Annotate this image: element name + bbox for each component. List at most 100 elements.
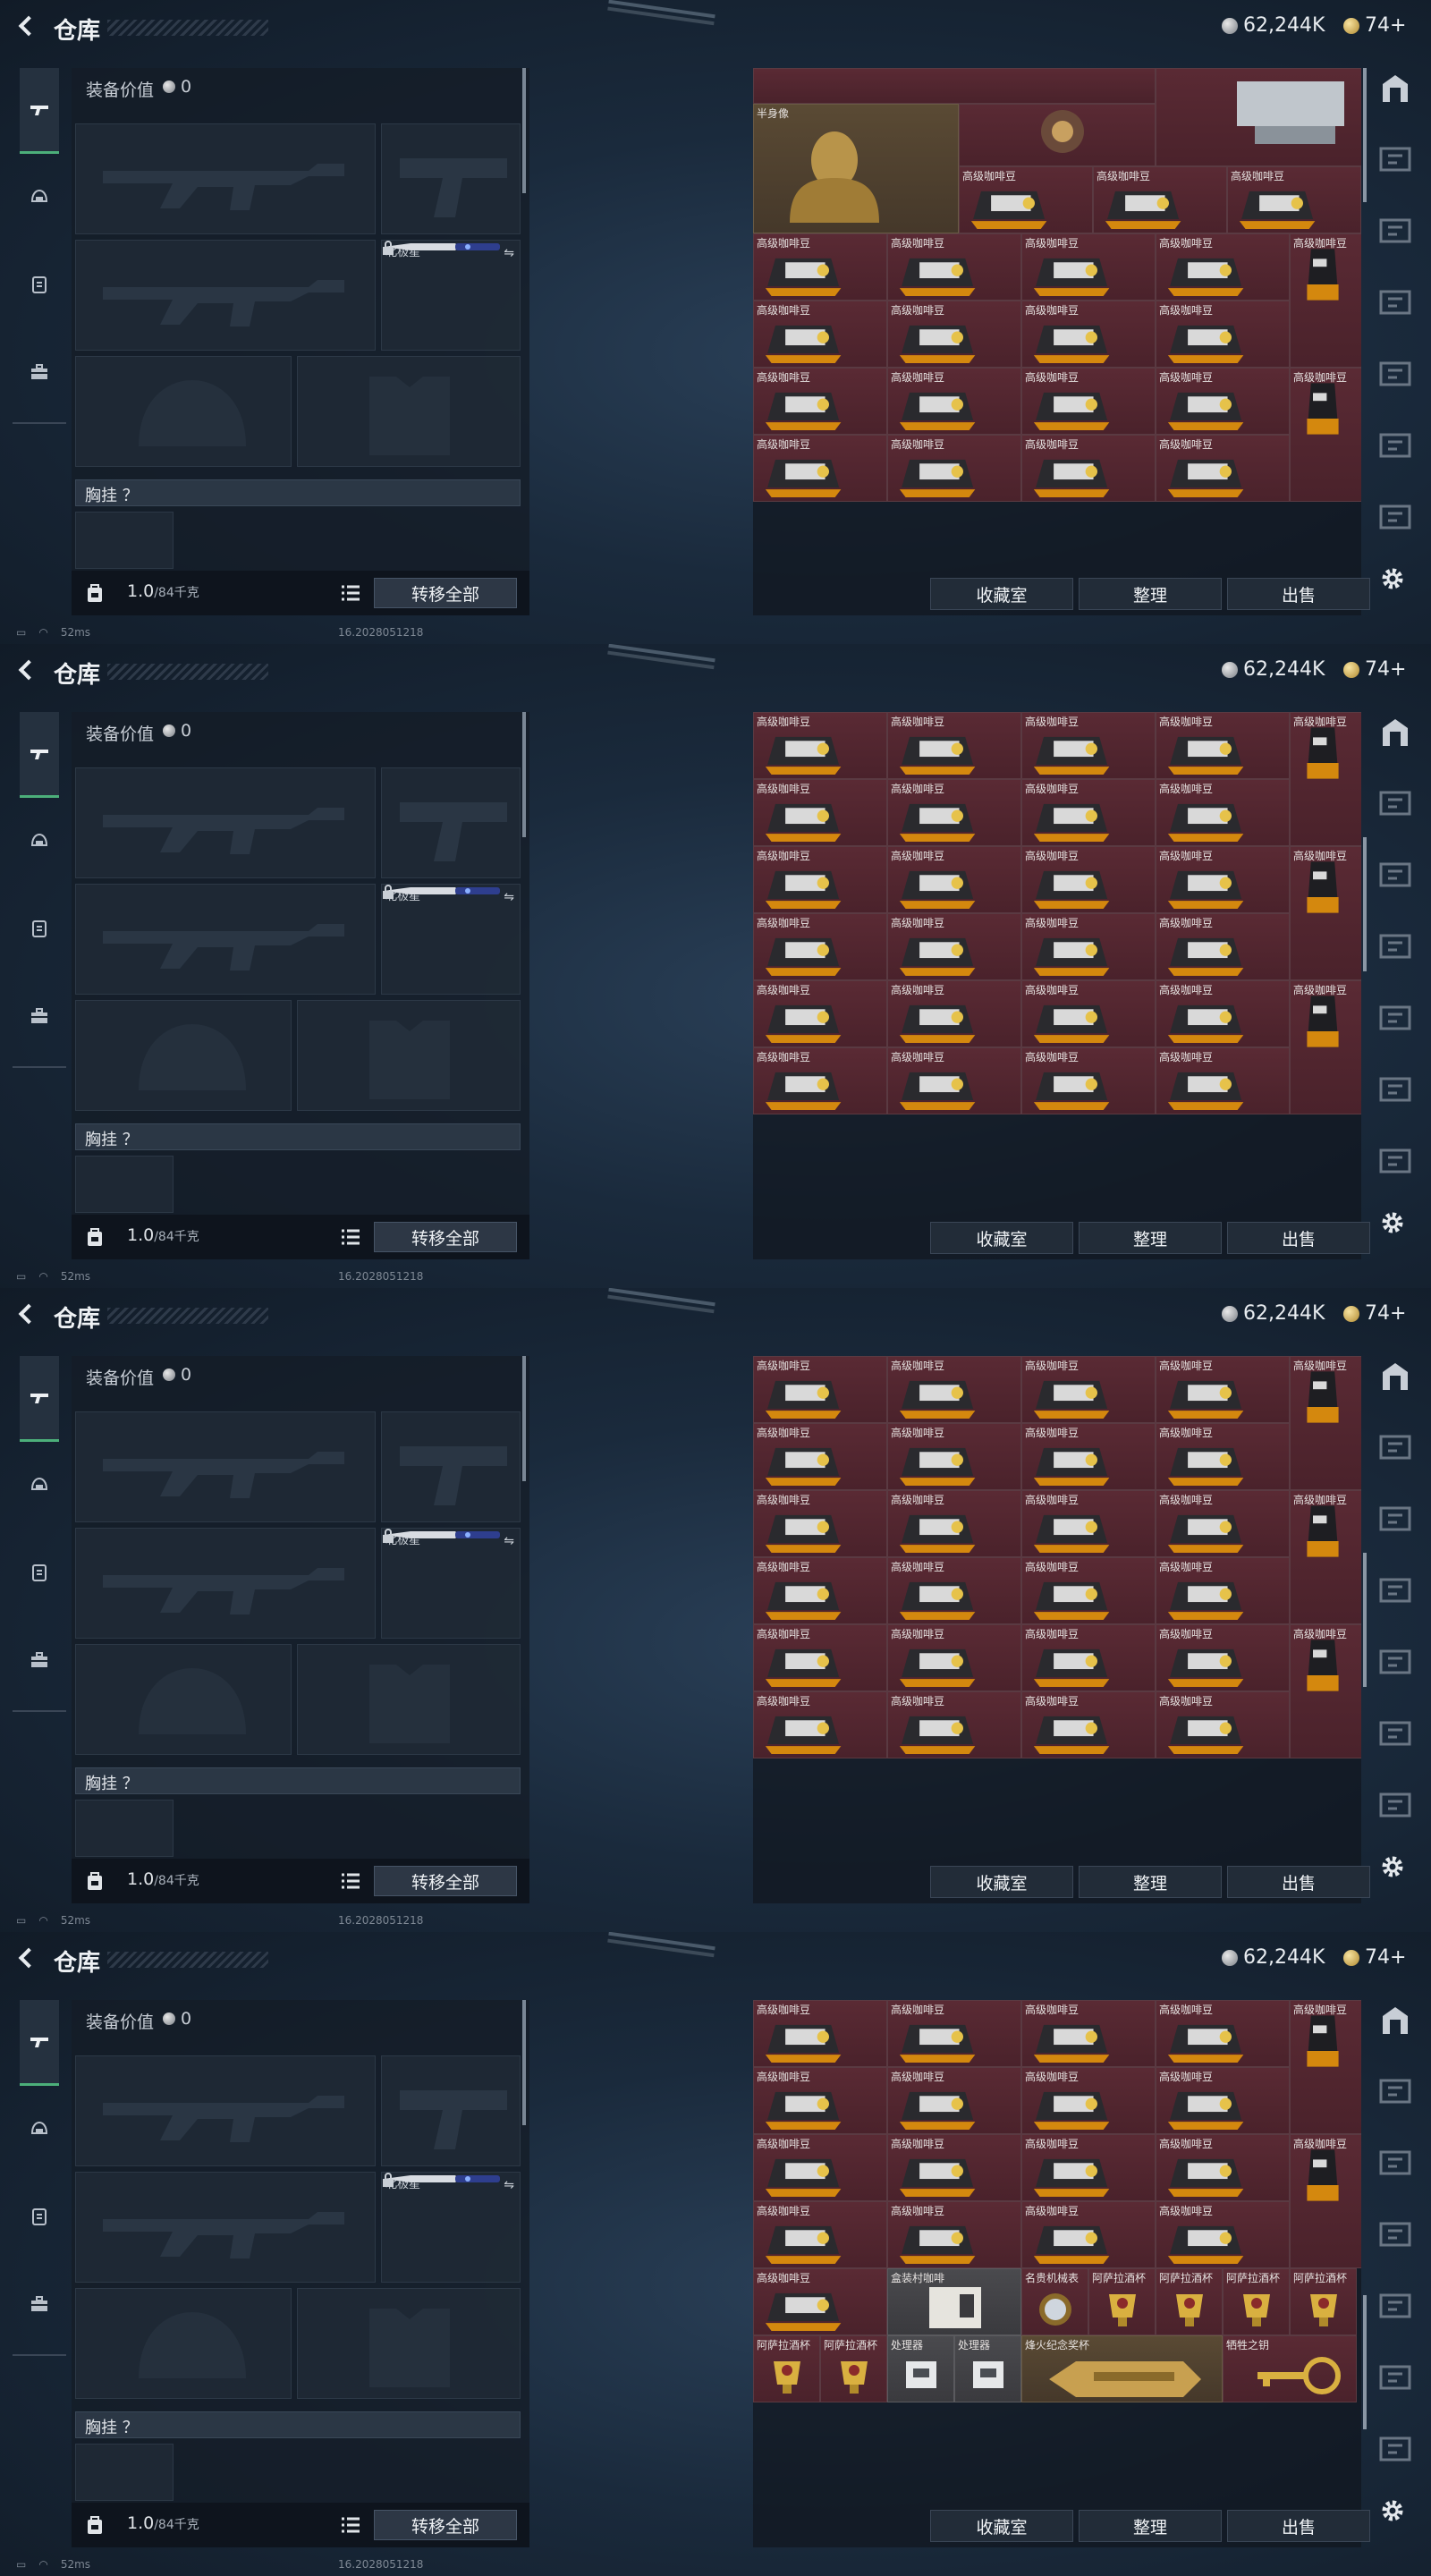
stash-item-coffee[interactable]: 高级咖啡豆	[1021, 2201, 1156, 2268]
swap-icon[interactable]: ⇋	[504, 1534, 514, 1548]
chest-rig-slot[interactable]: 胸挂 ？	[75, 1767, 521, 1794]
rig-content-slot[interactable]	[75, 2444, 174, 2501]
stash-page-tab[interactable]	[1376, 283, 1415, 322]
stash-item-coffee[interactable]: 高级咖啡豆	[753, 2134, 887, 2201]
armor-slot[interactable]	[297, 356, 521, 467]
collection-button[interactable]: 收藏室	[930, 1866, 1073, 1898]
stash-item-coffee[interactable]: 高级咖啡豆	[887, 1691, 1021, 1758]
tab-gun[interactable]	[20, 68, 59, 154]
stash-item-coffee[interactable]: 高级咖啡豆	[887, 779, 1021, 846]
sell-button[interactable]: 出售	[1227, 1222, 1370, 1254]
stash-item-coffee[interactable]: 高级咖啡豆	[1156, 2201, 1290, 2268]
stash-item-coffee[interactable]: 高级咖啡豆	[1021, 368, 1156, 435]
stash-item-coffee[interactable]: 高级咖啡豆	[887, 1490, 1021, 1557]
stash-item-coffee[interactable]: 高级咖啡豆	[1021, 2134, 1156, 2201]
stash-item-coffee[interactable]: 高级咖啡豆	[1021, 301, 1156, 368]
back-icon[interactable]	[16, 16, 36, 36]
stash-item-coffee-pouch[interactable]: 高级咖啡豆	[1290, 2134, 1361, 2268]
stash-page-tab[interactable]	[1376, 2215, 1415, 2254]
stash-page-tab[interactable]	[1376, 2286, 1415, 2326]
stash-item-coffee[interactable]: 高级咖啡豆	[887, 368, 1021, 435]
stash-item-coffee[interactable]: 高级咖啡豆	[1021, 1490, 1156, 1557]
equipment-scrollbar[interactable]	[522, 1356, 526, 1481]
stash-item-coffee[interactable]: 高级咖啡豆	[1156, 712, 1290, 779]
stash-item-coffee[interactable]: 高级咖啡豆	[753, 779, 887, 846]
rig-content-slot[interactable]	[75, 1156, 174, 1213]
stash-item-coffee[interactable]: 高级咖啡豆	[1156, 435, 1290, 502]
stash-item-coffee[interactable]: 高级咖啡豆	[753, 1557, 887, 1624]
tab-backpack[interactable]	[20, 996, 59, 1036]
melee-slot[interactable]: 北极星 ⇋	[381, 1528, 521, 1639]
tab-vest[interactable]	[20, 1553, 59, 1592]
stash-item-coffee[interactable]: 高级咖啡豆	[887, 1423, 1021, 1490]
stash-item-coffee[interactable]: 高级咖啡豆	[1156, 1356, 1290, 1423]
armor-slot[interactable]	[297, 2288, 521, 2399]
stash-item-coffee[interactable]: 高级咖啡豆	[887, 1624, 1021, 1691]
stash-item-coffee[interactable]: 高级咖啡豆	[1021, 2067, 1156, 2134]
sell-button[interactable]: 出售	[1227, 2510, 1370, 2542]
armor-slot[interactable]	[297, 1644, 521, 1755]
stash-item-coffee[interactable]: 高级咖啡豆	[887, 1356, 1021, 1423]
stash-page-tab[interactable]	[1376, 1571, 1415, 1610]
stash-item-cup[interactable]: 阿萨拉酒杯	[820, 2335, 887, 2402]
primary-weapon-slot[interactable]	[75, 2055, 376, 2166]
stash-item-cup[interactable]: 阿萨拉酒杯	[753, 2335, 820, 2402]
primary-weapon-slot[interactable]	[75, 123, 376, 234]
stash-scrollbar[interactable]	[1363, 68, 1367, 202]
stash-item-trophy[interactable]: 烽火纪念奖杯	[1021, 2335, 1223, 2402]
stash-item-coffee[interactable]: 高级咖啡豆	[887, 1047, 1021, 1114]
stash-item-coffee[interactable]: 高级咖啡豆	[887, 2000, 1021, 2067]
stash-page-tab[interactable]	[1376, 426, 1415, 465]
gear-icon[interactable]	[1377, 2496, 1408, 2526]
primary-weapon-slot[interactable]	[75, 1411, 376, 1522]
swap-icon[interactable]: ⇋	[504, 890, 514, 904]
stash-page-tab[interactable]	[1376, 2000, 1415, 2039]
tab-gun[interactable]	[20, 712, 59, 798]
stash-item-coffee[interactable]: 高级咖啡豆	[1156, 1047, 1290, 1114]
stash-page-tab[interactable]	[1376, 1714, 1415, 1753]
stash-item-coffee[interactable]: 高级咖啡豆	[1156, 2134, 1290, 2201]
stash-page-tab[interactable]	[1376, 354, 1415, 394]
stash-item-coffee[interactable]: 高级咖啡豆	[753, 2067, 887, 2134]
sort-button[interactable]: 整理	[1079, 2510, 1222, 2542]
list-icon[interactable]	[342, 1229, 360, 1245]
tab-helmet[interactable]	[20, 1465, 59, 1504]
pistol-slot[interactable]	[381, 1411, 521, 1522]
stash-item-coffee[interactable]: 高级咖啡豆	[887, 2134, 1021, 2201]
stash-page-tab[interactable]	[1376, 68, 1415, 107]
collection-button[interactable]: 收藏室	[930, 2510, 1073, 2542]
stash-item-cup[interactable]: 阿萨拉酒杯	[1156, 2268, 1223, 2335]
melee-slot[interactable]: 北极星 ⇋	[381, 240, 521, 351]
stash-item-coffee[interactable]: 高级咖啡豆	[1021, 233, 1156, 301]
secondary-weapon-slot[interactable]	[75, 1528, 376, 1639]
back-icon[interactable]	[16, 660, 36, 680]
stash-item-coffee-pouch[interactable]: 高级咖啡豆	[1290, 980, 1361, 1114]
stash-item-coffee[interactable]: 高级咖啡豆	[1156, 980, 1290, 1047]
stash-item-coffee-pouch[interactable]: 高级咖啡豆	[1290, 1356, 1361, 1490]
stash-item-coffee[interactable]: 高级咖啡豆	[1156, 2000, 1290, 2067]
sell-button[interactable]: 出售	[1227, 578, 1370, 610]
rig-content-slot[interactable]	[75, 512, 174, 569]
collection-button[interactable]: 收藏室	[930, 578, 1073, 610]
swap-icon[interactable]: ⇋	[504, 246, 514, 260]
stash-item-coffee[interactable]: 高级咖啡豆	[753, 1423, 887, 1490]
rig-content-slot[interactable]	[75, 1800, 174, 1857]
stash-item-coffee[interactable]: 高级咖啡豆	[753, 233, 887, 301]
stash-item-coffee[interactable]: 高级咖啡豆	[1156, 1557, 1290, 1624]
stash-item-coffee[interactable]: 高级咖啡豆	[753, 368, 887, 435]
stash-item-coffee[interactable]: 高级咖啡豆	[1021, 1423, 1156, 1490]
stash-page-tab[interactable]	[1376, 2072, 1415, 2111]
list-icon[interactable]	[342, 1873, 360, 1889]
list-icon[interactable]	[342, 2517, 360, 2533]
stash-item-coffee[interactable]: 高级咖啡豆	[887, 301, 1021, 368]
stash-item-coffee[interactable]: 高级咖啡豆	[1021, 435, 1156, 502]
stash-item-coffee[interactable]: 高级咖啡豆	[1093, 166, 1227, 233]
stash-item-coffee[interactable]: 高级咖啡豆	[1227, 166, 1361, 233]
stash-item-coffee-pouch[interactable]: 高级咖啡豆	[1290, 368, 1361, 502]
stash-item-coffee[interactable]: 高级咖啡豆	[1021, 712, 1156, 779]
gear-icon[interactable]	[1377, 564, 1408, 594]
tab-gun[interactable]	[20, 1356, 59, 1442]
tab-backpack[interactable]	[20, 1640, 59, 1680]
stash-item-coffee[interactable]: 高级咖啡豆	[1021, 913, 1156, 980]
stash-item-cup[interactable]: 阿萨拉酒杯	[1088, 2268, 1156, 2335]
